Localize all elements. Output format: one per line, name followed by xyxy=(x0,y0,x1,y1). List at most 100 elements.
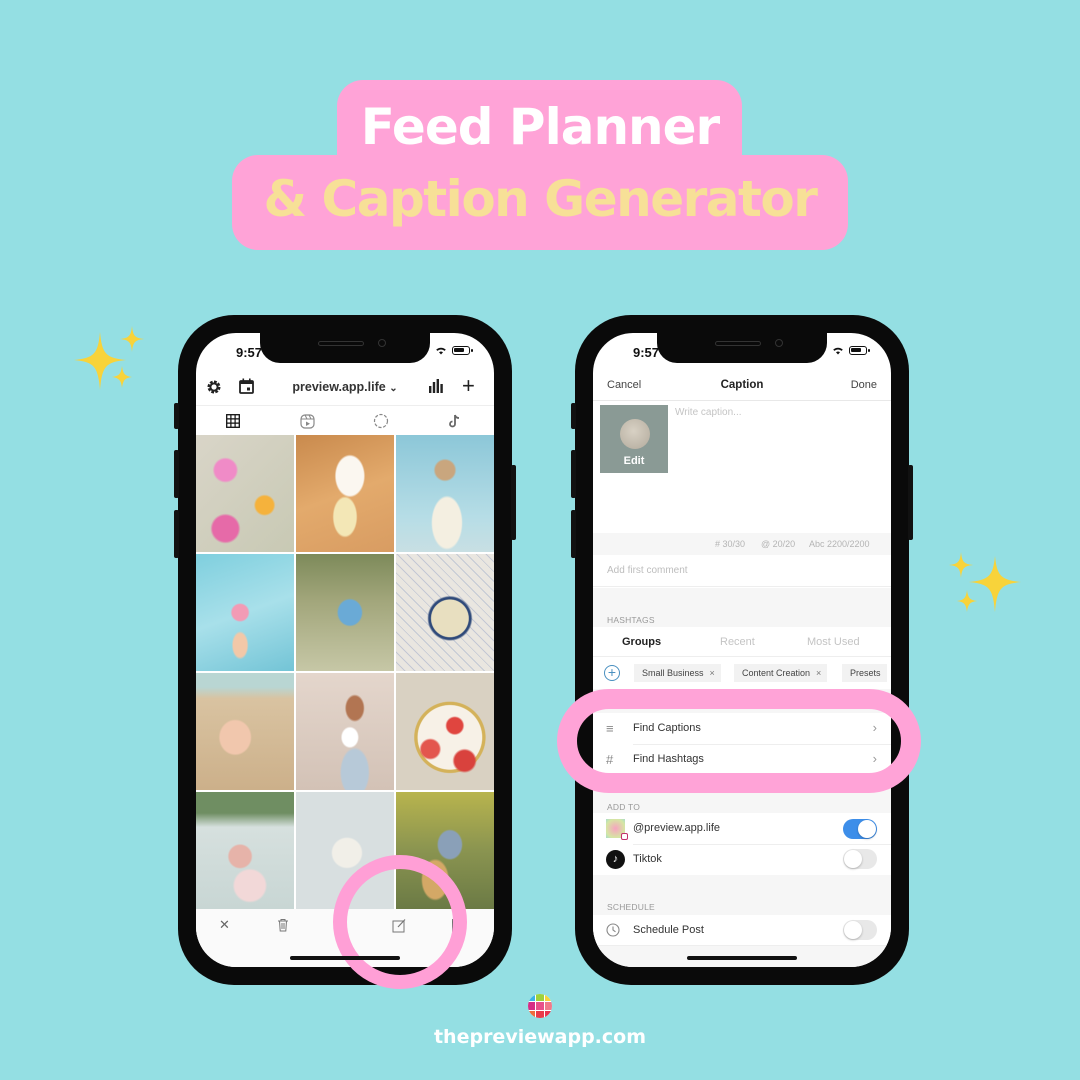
bar-chart-icon[interactable] xyxy=(429,379,443,393)
mention-count: @ 20/20 xyxy=(761,539,796,549)
feed-tabs xyxy=(196,405,494,437)
grid-photo[interactable] xyxy=(396,435,494,552)
hashtag-tabs: Groups Recent Most Used xyxy=(593,627,891,657)
tab-recent[interactable]: Recent xyxy=(720,636,755,648)
highlight-ring xyxy=(333,855,467,989)
chevron-down-icon: ⌄ xyxy=(389,383,398,394)
hashtags-section-header: HASHTAGS xyxy=(593,588,891,627)
reels-icon xyxy=(299,413,315,429)
done-button[interactable]: Done xyxy=(851,379,877,391)
remove-chip-icon[interactable]: × xyxy=(710,668,715,678)
photo-grid xyxy=(196,435,494,909)
section-label: ADD TO xyxy=(607,802,641,812)
power-button xyxy=(511,465,516,540)
schedule-toggle[interactable] xyxy=(843,920,877,940)
caption-nav-bar: Cancel Caption Done xyxy=(593,371,891,401)
account-switcher[interactable]: preview.app.life ⌄ xyxy=(196,380,494,394)
battery-icon xyxy=(849,346,870,355)
hashtag-count: # 30/30 xyxy=(715,539,746,549)
add-group-button[interactable]: + xyxy=(604,665,620,681)
grid-icon xyxy=(226,414,240,428)
chip-label: Content Creation xyxy=(742,668,811,678)
status-icons xyxy=(832,346,870,355)
home-indicator xyxy=(290,956,400,960)
wifi-icon xyxy=(833,347,843,355)
edit-thumbnail-button[interactable]: Edit xyxy=(600,455,668,467)
volume-down-button xyxy=(571,510,576,558)
grid-photo[interactable] xyxy=(196,435,294,552)
tab-stories[interactable] xyxy=(344,406,418,436)
schedule-section-header: SCHEDULE xyxy=(593,875,891,915)
battery-icon xyxy=(452,346,473,355)
close-icon[interactable]: ✕ xyxy=(219,917,230,933)
section-label: SCHEDULE xyxy=(607,902,655,912)
grid-photo[interactable] xyxy=(296,435,394,552)
status-time: 9:57 xyxy=(633,345,660,360)
title-line-1: Feed Planner xyxy=(360,98,720,156)
status-time: 9:57 xyxy=(236,345,263,360)
chip-label: Small Business xyxy=(642,668,704,678)
stories-icon xyxy=(373,413,389,429)
tab-groups[interactable]: Groups xyxy=(622,636,661,648)
preview-app-logo xyxy=(528,994,552,1018)
tiktok-toggle[interactable] xyxy=(843,849,877,869)
tab-grid[interactable] xyxy=(196,406,270,437)
right-phone: 9:57 Cancel Caption Done Edit Write capt… xyxy=(571,315,913,985)
mute-switch xyxy=(571,403,576,429)
website-url[interactable]: thepreviewapp.com xyxy=(0,1026,1080,1048)
grid-photo[interactable] xyxy=(296,554,394,671)
instagram-toggle[interactable] xyxy=(843,819,877,839)
clock-icon xyxy=(606,923,620,937)
notch xyxy=(260,333,430,363)
volume-up-button xyxy=(571,450,576,498)
tiktok-row: ♪ Tiktok xyxy=(593,844,891,875)
chip-label: Presets xyxy=(850,668,881,678)
account-avatar xyxy=(606,819,628,840)
sparkles-icon xyxy=(949,552,1021,612)
sparkles-icon xyxy=(74,326,144,390)
hashtag-chip[interactable]: Content Creation × xyxy=(734,664,828,682)
schedule-list: Schedule Post xyxy=(593,915,891,946)
grid-photo[interactable] xyxy=(196,554,294,671)
title-line-2: & Caption Generator xyxy=(263,170,818,228)
highlight-pill xyxy=(557,689,921,793)
tiktok-label: Tiktok xyxy=(633,853,662,865)
feed-header: preview.app.life ⌄ + xyxy=(196,373,494,403)
schedule-post-row: Schedule Post xyxy=(593,915,891,946)
grid-photo[interactable] xyxy=(196,673,294,790)
tab-reels[interactable] xyxy=(270,406,344,436)
caption-counters: # 30/30 @ 20/20 Abc 2200/2200 xyxy=(593,533,891,555)
grid-photo[interactable] xyxy=(396,554,494,671)
hashtag-chip[interactable]: Presets xyxy=(842,664,887,682)
post-thumbnail[interactable]: Edit xyxy=(600,405,668,473)
hashtag-chip[interactable]: Small Business × xyxy=(634,664,721,682)
character-count: Abc 2200/2200 xyxy=(809,539,870,549)
account-name: preview.app.life xyxy=(292,380,386,394)
page-title: Caption xyxy=(720,379,764,391)
volume-up-button xyxy=(174,450,179,498)
tab-tiktok[interactable] xyxy=(418,406,492,436)
schedule-post-label: Schedule Post xyxy=(633,924,704,936)
caption-input[interactable]: Write caption... xyxy=(675,407,742,418)
trash-icon[interactable] xyxy=(277,918,289,932)
remove-chip-icon[interactable]: × xyxy=(816,668,821,678)
grid-photo[interactable] xyxy=(196,792,294,909)
volume-down-button xyxy=(174,510,179,558)
instagram-account-row: @preview.app.life xyxy=(593,813,891,844)
hashtag-group-chips: + Small Business × Content Creation × Pres… xyxy=(593,659,891,689)
first-comment-input[interactable]: Add first comment xyxy=(593,555,891,587)
add-post-button[interactable]: + xyxy=(462,373,475,399)
home-indicator xyxy=(687,956,797,960)
instagram-icon xyxy=(621,833,628,840)
grid-photo[interactable] xyxy=(396,673,494,790)
mute-switch xyxy=(174,403,179,429)
tiktok-icon xyxy=(449,414,460,428)
power-button xyxy=(908,465,913,540)
section-label: HASHTAGS xyxy=(607,615,655,625)
tiktok-icon: ♪ xyxy=(606,850,625,869)
tab-most-used[interactable]: Most Used xyxy=(807,636,860,648)
wifi-icon xyxy=(436,347,446,355)
grid-photo[interactable] xyxy=(296,673,394,790)
notch xyxy=(657,333,827,363)
caption-screen: 9:57 Cancel Caption Done Edit Write capt… xyxy=(593,333,891,967)
